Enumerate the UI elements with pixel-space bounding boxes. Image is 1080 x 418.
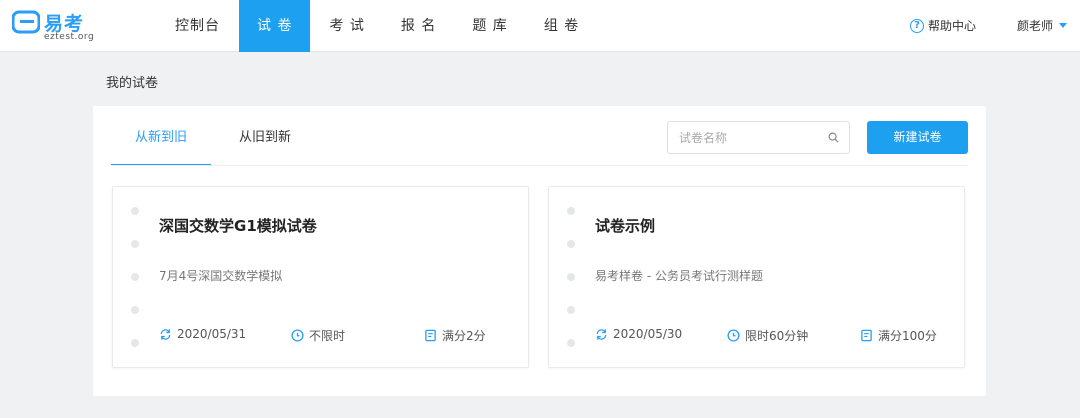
nav-papers[interactable]: 试 卷	[239, 0, 311, 52]
search-input[interactable]	[679, 122, 819, 153]
nav-question-bank[interactable]: 题 库	[455, 0, 524, 52]
dot	[567, 306, 575, 314]
user-name: 颜老师	[1017, 19, 1054, 33]
caret-down-icon	[1059, 23, 1068, 28]
dot	[131, 306, 139, 314]
paper-description: 易考样卷 - 公务员考试行测样题	[595, 269, 763, 283]
nav-exams[interactable]: 考 试	[312, 0, 381, 52]
dot	[567, 273, 575, 281]
paper-date: 2020/05/30	[595, 327, 682, 341]
date-text: 2020/05/30	[613, 327, 683, 341]
help-icon: ?	[910, 18, 924, 33]
document-icon	[425, 329, 436, 342]
paper-card[interactable]: 试卷示例 易考样卷 - 公务员考试行测样题 2020/05/30 限时60分钟 …	[548, 186, 965, 368]
paper-time-limit: 限时60分钟	[727, 327, 808, 344]
dot	[131, 273, 139, 281]
card-dots	[567, 207, 575, 372]
dot	[567, 240, 575, 248]
refresh-icon	[596, 328, 607, 340]
help-center-link[interactable]: ? 帮助中心	[910, 17, 976, 34]
dot	[567, 207, 575, 215]
dot	[131, 339, 139, 347]
dot	[131, 207, 139, 215]
refresh-icon	[160, 328, 171, 340]
paper-title[interactable]: 深国交数学G1模拟试卷	[159, 215, 317, 236]
sort-tabs: 从新到旧 从旧到新	[111, 106, 319, 166]
nav-registration[interactable]: 报 名	[384, 0, 453, 52]
main-nav: 控制台 试 卷 考 试 报 名 题 库 组 卷	[158, 0, 598, 52]
score-text: 满分2分	[442, 329, 486, 343]
date-text: 2020/05/31	[177, 327, 247, 341]
clock-icon	[291, 329, 304, 342]
top-navbar: 易考 eztest.org 控制台 试 卷 考 试 报 名 题 库 组 卷 ? …	[0, 0, 1080, 52]
clock-icon	[727, 329, 740, 342]
search-box	[667, 121, 850, 154]
logo-icon	[12, 10, 40, 34]
paper-score: 满分2分	[424, 327, 486, 344]
paper-time-limit: 不限时	[291, 327, 345, 344]
document-icon	[861, 329, 872, 342]
paper-date: 2020/05/31	[159, 327, 246, 341]
new-paper-button[interactable]: 新建试卷	[867, 121, 968, 154]
paper-title[interactable]: 试卷示例	[595, 215, 655, 236]
dot	[567, 339, 575, 347]
time-limit-text: 限时60分钟	[745, 329, 809, 343]
search-icon[interactable]	[828, 132, 839, 143]
nav-dashboard[interactable]: 控制台	[158, 0, 237, 52]
user-menu[interactable]: 颜老师	[1017, 17, 1068, 34]
logo[interactable]: 易考 eztest.org	[12, 8, 102, 44]
paper-description: 7月4号深国交数学模拟	[159, 269, 283, 283]
card-dots	[131, 207, 139, 372]
dot	[131, 240, 139, 248]
page-title: 我的试卷	[106, 76, 159, 91]
nav-compose[interactable]: 组 卷	[527, 0, 596, 52]
score-text: 满分100分	[878, 329, 937, 343]
papers-panel: 从新到旧 从旧到新 新建试卷 深国交数学G1模拟试卷 7月4号深国交数学模拟 2…	[93, 106, 986, 396]
tabs-divider	[111, 165, 968, 166]
paper-card[interactable]: 深国交数学G1模拟试卷 7月4号深国交数学模拟 2020/05/31 不限时 满…	[112, 186, 529, 368]
paper-score: 满分100分	[860, 327, 937, 344]
tab-oldest-first[interactable]: 从旧到新	[215, 106, 315, 166]
time-limit-text: 不限时	[309, 329, 346, 343]
tab-newest-first[interactable]: 从新到旧	[111, 106, 211, 166]
logo-domain: eztest.org	[44, 32, 95, 42]
help-label: 帮助中心	[928, 19, 977, 33]
